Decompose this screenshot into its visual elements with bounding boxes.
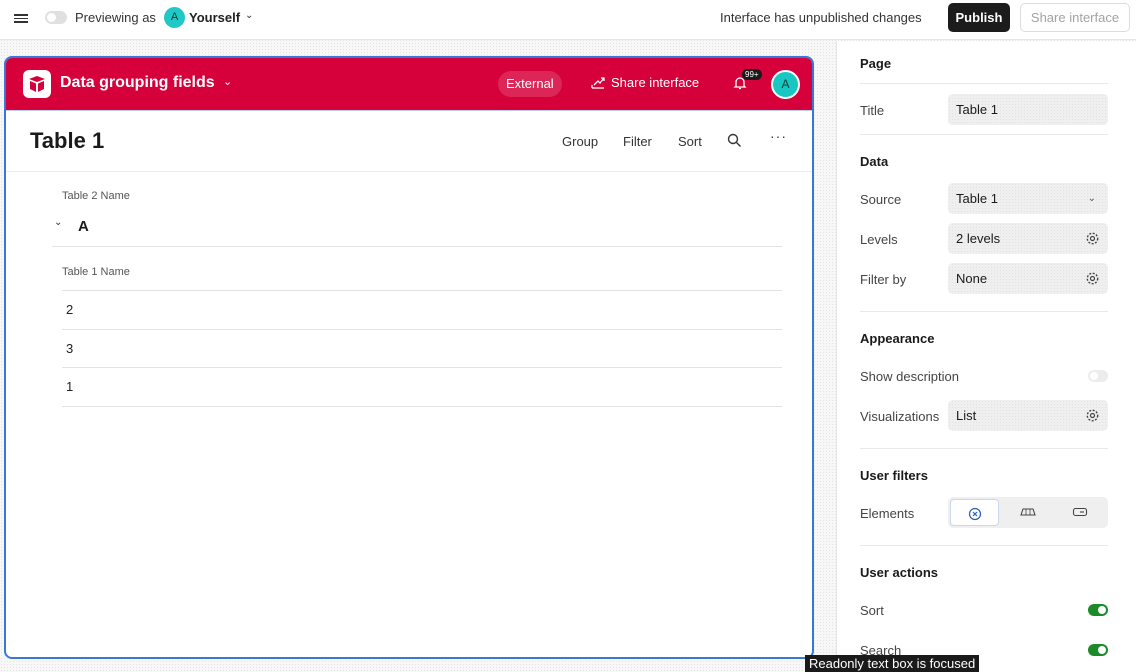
chevron-down-icon: ⌄ bbox=[1087, 193, 1096, 204]
source-select[interactable]: Table 1 ⌄ bbox=[948, 183, 1108, 214]
section-page: Page bbox=[860, 56, 892, 71]
more-options-icon[interactable]: ··· bbox=[770, 128, 787, 144]
filter-by-value: None bbox=[956, 271, 988, 286]
preview-user-name[interactable]: Yourself bbox=[189, 10, 240, 25]
levels-value: 2 levels bbox=[956, 231, 1001, 246]
section-user-filters: User filters bbox=[860, 468, 928, 483]
visualizations-value: List bbox=[956, 408, 977, 423]
tabs-icon bbox=[1019, 508, 1036, 516]
divider bbox=[860, 545, 1108, 546]
dropdown-icon bbox=[1072, 507, 1087, 517]
chevron-down-icon[interactable]: ⌄ bbox=[54, 217, 62, 228]
preview-toggle[interactable] bbox=[45, 11, 67, 24]
sort-action-label: Sort bbox=[860, 603, 884, 618]
properties-sidebar: Page Title Table 1 Data Source Table 1 ⌄… bbox=[836, 41, 1136, 672]
group-value: A bbox=[78, 218, 89, 235]
focus-tooltip: Readonly text box is focused bbox=[805, 655, 980, 672]
menu-icon[interactable] bbox=[14, 12, 28, 26]
column-label: Table 1 Name bbox=[62, 266, 130, 278]
elements-segmented-control bbox=[948, 497, 1108, 528]
dropdown-option[interactable] bbox=[1055, 499, 1104, 526]
group-header[interactable]: ⌄ A bbox=[52, 213, 782, 247]
search-icon[interactable] bbox=[727, 133, 742, 148]
share-icon bbox=[591, 77, 605, 89]
elements-label: Elements bbox=[860, 506, 915, 521]
external-badge[interactable]: External bbox=[498, 71, 562, 97]
title-label: Title bbox=[860, 103, 885, 118]
source-label: Source bbox=[860, 192, 902, 207]
chevron-down-icon[interactable]: ⌄ bbox=[245, 10, 253, 21]
visualizations-label: Visualizations bbox=[860, 409, 940, 424]
divider bbox=[860, 83, 1108, 84]
avatar[interactable]: A bbox=[771, 70, 800, 99]
filter-button[interactable]: Filter bbox=[623, 134, 652, 149]
section-user-actions: User actions bbox=[860, 565, 939, 580]
top-bar: Previewing as A Yourself ⌄ Interface has… bbox=[0, 0, 1136, 40]
filter-by-field[interactable]: None bbox=[948, 263, 1108, 294]
page-header: Table 1 Group Filter Sort ··· bbox=[6, 110, 812, 172]
show-description-toggle[interactable] bbox=[1088, 370, 1108, 382]
sort-button[interactable]: Sort bbox=[678, 134, 702, 149]
unpublished-status: Interface has unpublished changes bbox=[720, 10, 922, 25]
gear-icon[interactable] bbox=[1085, 271, 1100, 286]
group-button[interactable]: Group bbox=[562, 134, 598, 149]
brand-header: Data grouping fields ⌄ External Share in… bbox=[6, 58, 812, 110]
share-interface-label: Share interface bbox=[611, 75, 700, 90]
interface-canvas: Data grouping fields ⌄ External Share in… bbox=[4, 56, 814, 659]
record-list: 2 3 1 bbox=[62, 290, 782, 407]
share-interface-button[interactable]: Share interface bbox=[1020, 3, 1130, 32]
gear-icon[interactable] bbox=[1085, 231, 1100, 246]
group-field-label: Table 2 Name bbox=[62, 190, 130, 202]
search-toggle[interactable] bbox=[1088, 644, 1108, 656]
filter-by-label: Filter by bbox=[860, 272, 907, 287]
page-title: Table 1 bbox=[30, 128, 105, 153]
publish-button[interactable]: Publish bbox=[948, 3, 1010, 32]
levels-label: Levels bbox=[860, 232, 898, 247]
previewing-label: Previewing as bbox=[75, 10, 156, 25]
list-item[interactable]: 2 bbox=[62, 291, 782, 330]
levels-field[interactable]: 2 levels bbox=[948, 223, 1108, 254]
title-field[interactable]: Table 1 bbox=[948, 94, 1108, 125]
section-data: Data bbox=[860, 154, 889, 169]
sort-toggle[interactable] bbox=[1088, 604, 1108, 616]
chevron-down-icon[interactable]: ⌄ bbox=[223, 75, 232, 88]
share-interface-link[interactable]: Share interface bbox=[591, 75, 699, 90]
section-appearance: Appearance bbox=[860, 331, 935, 346]
airtable-logo-icon bbox=[23, 70, 51, 98]
source-value: Table 1 bbox=[956, 191, 998, 206]
base-name[interactable]: Data grouping fields bbox=[60, 74, 215, 92]
divider bbox=[860, 311, 1108, 312]
list-item[interactable]: 1 bbox=[62, 368, 782, 407]
divider bbox=[860, 448, 1108, 449]
user-avatar[interactable]: A bbox=[164, 7, 185, 28]
visualizations-field[interactable]: List bbox=[948, 400, 1108, 431]
gear-icon[interactable] bbox=[1085, 408, 1100, 423]
list-item[interactable]: 3 bbox=[62, 330, 782, 368]
divider bbox=[860, 134, 1108, 135]
tabs-option[interactable] bbox=[1003, 499, 1052, 526]
show-description-label: Show description bbox=[860, 369, 959, 384]
no-elements-option[interactable] bbox=[950, 499, 999, 526]
notification-badge: 99+ bbox=[742, 69, 762, 80]
circle-x-icon bbox=[968, 507, 981, 521]
